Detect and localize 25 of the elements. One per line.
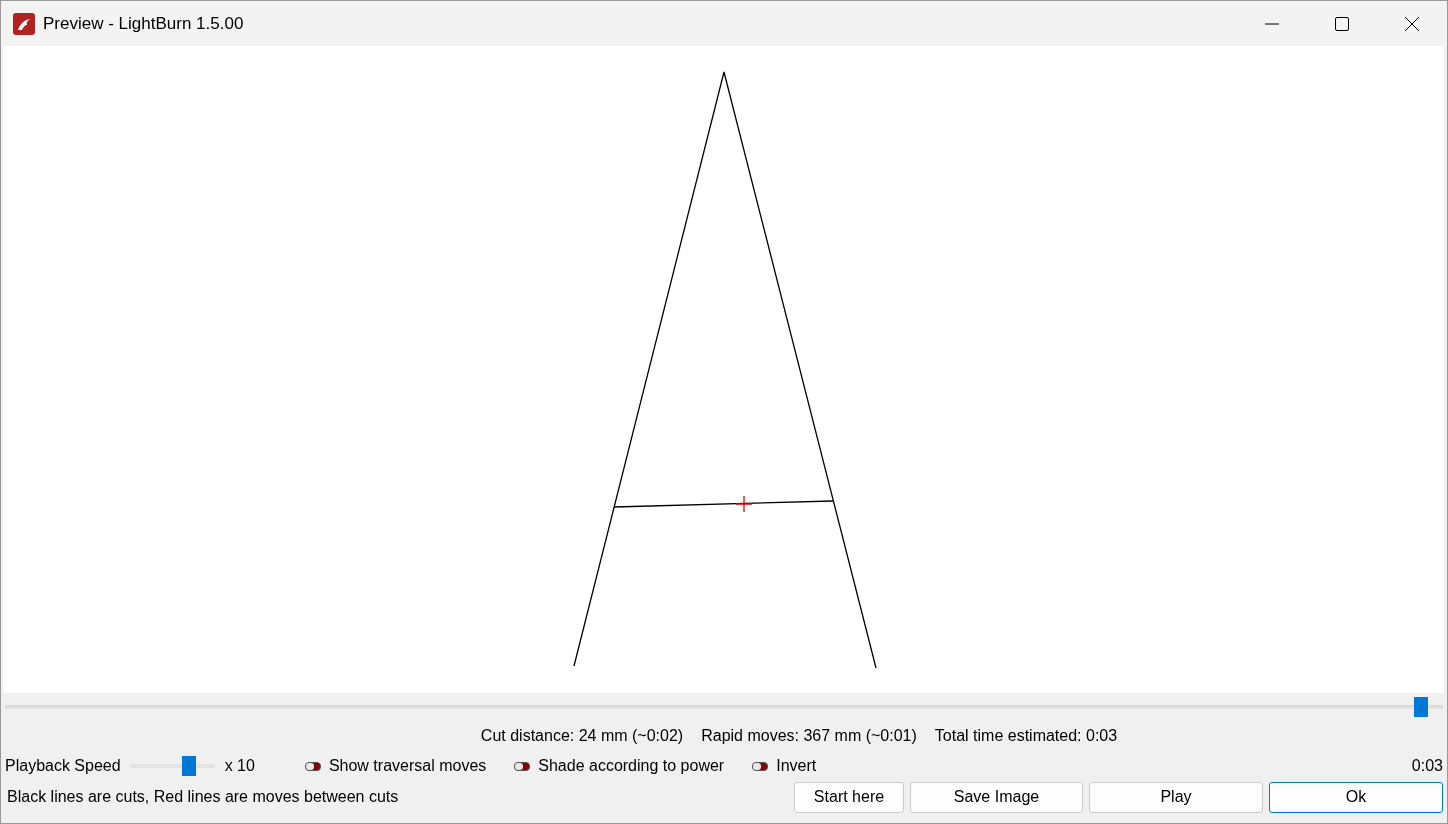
playback-speed-thumb[interactable] [182,756,197,776]
option-label: Invert [776,757,817,775]
playback-speed-label: Playback Speed [5,757,121,775]
option-label: Show traversal moves [328,757,487,775]
timeline-slider-thumb[interactable] [1414,697,1429,717]
dialog-button[interactable]: Start here [794,781,904,813]
toggle-switch[interactable] [514,761,531,771]
maximize-icon [1335,16,1349,31]
crosshair-icon [735,495,753,513]
dialog-button[interactable]: Play [1089,781,1263,813]
toggle-switch[interactable] [304,761,321,771]
dialog-button[interactable]: Ok [1269,781,1443,813]
legend-text: Black lines are cuts, Red lines are moves between cuts [7,788,399,806]
elapsed-time: 0:03 [1411,757,1443,775]
playback-speed-reading: x 10 [224,757,255,775]
stats-text: Rapid moves: 367 mm (~0:01) [701,727,917,745]
app-logo-icon [13,12,35,35]
dialog-button[interactable]: Save Image [910,781,1083,813]
option-label: Shade according to power [538,757,725,775]
stats-text: Cut distance: 24 mm (~0:02) [480,727,684,745]
toggle-switch[interactable] [752,761,769,771]
minimize-icon [1265,22,1279,25]
close-icon [1405,16,1419,31]
window-title: Preview - LightBurn 1.5.00 [43,13,245,34]
stats-text: Total time estimated: 0:03 [934,727,1118,745]
